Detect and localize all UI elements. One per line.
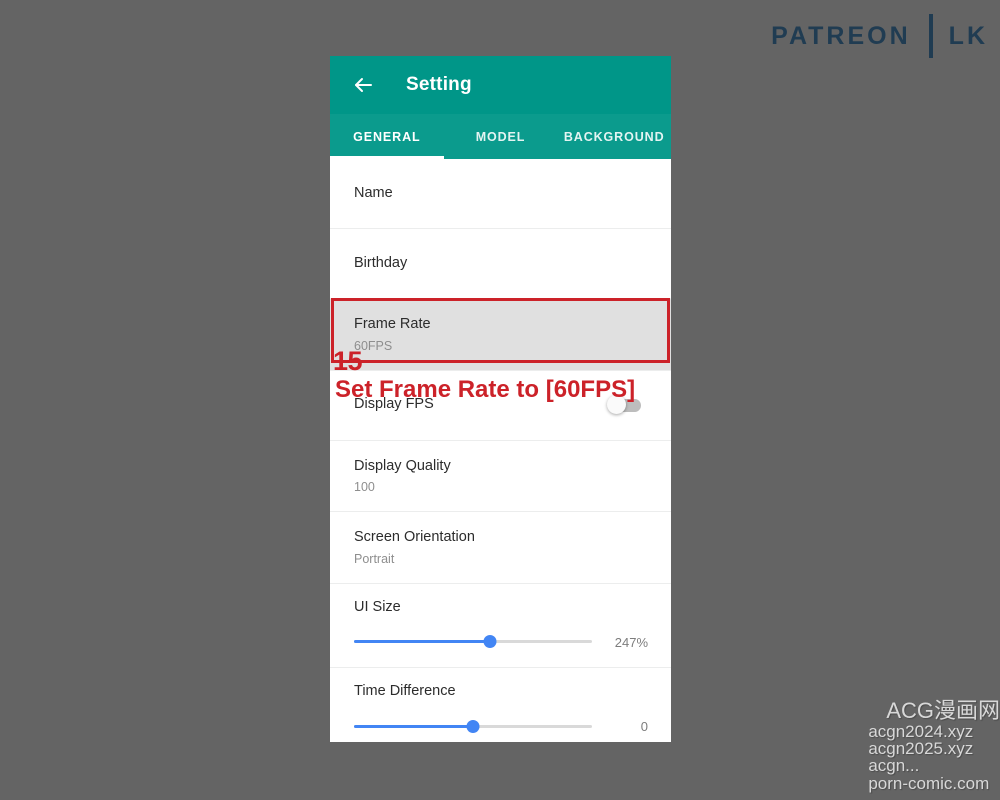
patreon-divider: [928, 14, 933, 58]
tab-background[interactable]: BACKGROUND: [557, 114, 671, 159]
list-item-birthday[interactable]: Birthday: [330, 229, 671, 299]
acg-watermark-line: acgn2024.xyz: [868, 721, 974, 741]
tab-model[interactable]: MODEL: [444, 114, 558, 159]
acg-watermark-line: porn-comic.com: [868, 773, 990, 793]
slider-thumb[interactable]: [483, 635, 497, 649]
acg-watermark-title: ACG漫画网: [886, 698, 1000, 724]
list-item-frame-rate[interactable]: Frame Rate 60FPS: [330, 299, 671, 371]
slider-thumb[interactable]: [466, 719, 480, 733]
list-item-label: UI Size: [354, 598, 401, 615]
list-item-label: Frame Rate: [354, 316, 431, 332]
slider-track-wrap[interactable]: [354, 718, 592, 736]
list-item-value: Portrait: [354, 551, 395, 566]
tab-bar: GENERAL MODEL BACKGROUND: [330, 114, 671, 159]
slider-fill: [354, 640, 490, 644]
acg-watermark: ACG漫画网 acgn2024.xyz acgn2025.xyz acgn...…: [868, 698, 1000, 793]
slider-track-wrap[interactable]: [354, 633, 592, 651]
screenshot-canvas: PATREON LK Setting GENERAL MODEL BACKGRO…: [0, 0, 1000, 800]
settings-list: Name Birthday Frame Rate 60FPS Display F…: [330, 159, 671, 742]
list-item-value: 100: [354, 480, 375, 495]
annotation-step-number: 15: [333, 346, 363, 376]
list-item-label: Screen Orientation: [354, 529, 475, 546]
list-item-value: 60FPS: [354, 338, 393, 353]
list-item-time-difference[interactable]: Time Difference 0: [330, 668, 671, 742]
tab-general[interactable]: GENERAL: [330, 114, 444, 159]
acg-watermark-line: acgn...: [868, 756, 920, 776]
list-item-label: Display Quality: [354, 457, 451, 474]
patreon-wordmark: PATREON: [771, 21, 911, 50]
slider-value: 0: [640, 719, 648, 735]
list-item-ui-size[interactable]: UI Size 247%: [330, 584, 671, 669]
patreon-lk-label: LK: [948, 21, 988, 50]
app-bar: Setting: [330, 56, 671, 114]
list-item-display-quality[interactable]: Display Quality 100: [330, 441, 671, 513]
slider-value: 247%: [614, 634, 648, 650]
patreon-watermark: PATREON LK: [771, 14, 988, 58]
annotation-instruction-text: Set Frame Rate to [60FPS]: [335, 376, 636, 403]
slider-fill: [354, 724, 473, 728]
page-title: Setting: [406, 74, 472, 95]
list-item-label: Birthday: [354, 254, 408, 271]
list-item-screen-orientation[interactable]: Screen Orientation Portrait: [330, 512, 671, 584]
time-difference-slider[interactable]: 0: [354, 718, 651, 736]
acg-watermark-line: acgn2025.xyz: [868, 739, 974, 759]
arrow-left-icon[interactable]: [348, 70, 378, 100]
ui-size-slider[interactable]: 247%: [354, 633, 651, 651]
list-item-label: Time Difference: [354, 683, 456, 700]
list-item-label: Name: [354, 184, 393, 201]
list-item-name[interactable]: Name: [330, 159, 671, 229]
